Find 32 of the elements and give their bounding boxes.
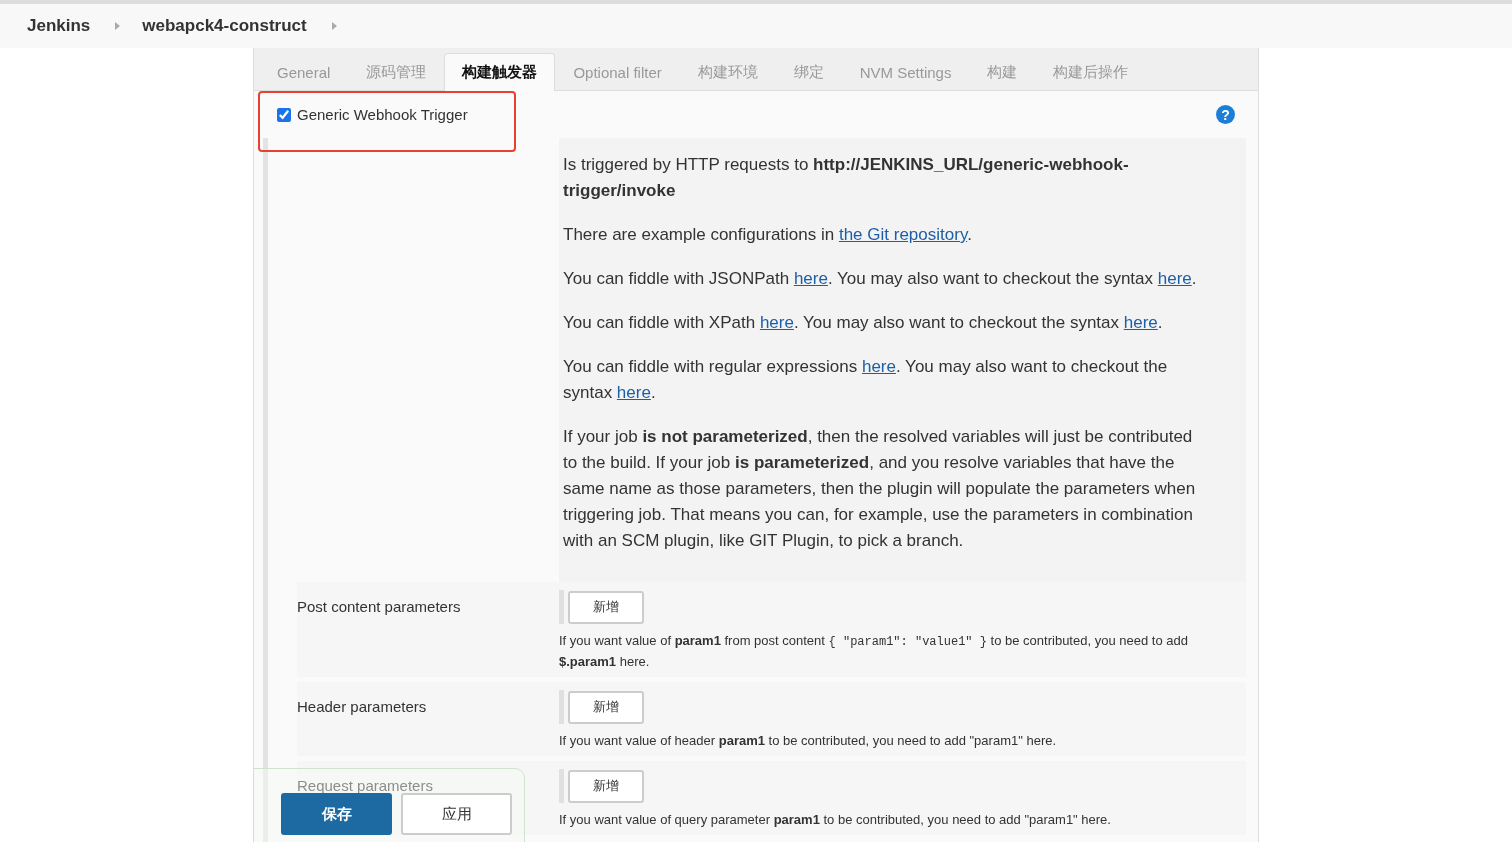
link[interactable]: here xyxy=(861,357,896,376)
breadcrumb-link[interactable]: Jenkins xyxy=(27,16,91,36)
parameter-description: If you want value of header param1 to be contributed, you need to add "param1" here. xyxy=(559,732,1058,750)
add-button[interactable]: 新增 xyxy=(568,769,644,803)
help-paragraph: Is triggered by HTTP requests to http://JENKINS_URL/generic-webhook-trigger/invoke xyxy=(563,154,1130,202)
link[interactable]: here xyxy=(1123,313,1158,332)
tab[interactable]: 构建触发器 xyxy=(444,53,556,91)
section-label: Request parameters xyxy=(297,777,433,794)
help-paragraph: You can fiddle with regular expressions here. You may also want to checkout the syntax here. xyxy=(563,356,1169,404)
section-label: Post content parameters xyxy=(297,598,461,615)
checkbox[interactable] xyxy=(277,107,291,122)
add-button[interactable]: 新增 xyxy=(568,590,644,624)
breadcrumb-link[interactable]: webapck4-construct xyxy=(142,16,307,36)
apply-button[interactable]: 应用 xyxy=(401,793,512,835)
link[interactable]: here xyxy=(1157,269,1192,288)
add-button[interactable]: 新增 xyxy=(568,690,644,724)
save-button[interactable]: 保存 xyxy=(281,793,392,835)
section-label: Header parameters xyxy=(297,698,427,715)
link[interactable]: here xyxy=(793,269,828,288)
checkbox-label: Generic Webhook Trigger xyxy=(297,106,468,123)
chevron-icon[interactable] xyxy=(331,22,337,30)
help-paragraph: You can fiddle with JSONPath here. You may also want to checkout the syntax here. xyxy=(563,268,1198,290)
help-paragraph: You can fiddle with XPath here. You may also want to checkout the syntax here. xyxy=(563,312,1164,334)
chevron-icon[interactable] xyxy=(115,22,121,30)
link[interactable]: the Git repository xyxy=(838,225,968,244)
link[interactable]: here xyxy=(616,383,651,402)
help-paragraph: There are example configurations in the Git repository. xyxy=(563,224,973,246)
help-paragraph: If your job is not parameterized, then the resolved variables will just be contributed to the build. If your job is parameterized, and you resolve variables that have the same name as those parameters, then the plugin will populate the parameters when triggering job. That means you can, for example, use the parameters in combination with an SCM plugin, like GIT Plugin, to pick a branch. xyxy=(563,426,1197,552)
help-icon[interactable]: ? xyxy=(1216,105,1235,124)
link[interactable]: here xyxy=(759,313,794,332)
parameter-description: If you want value of param1 from post content { "param1": "value1" } to be contributed, you need to add $.param1 here. xyxy=(559,632,1189,671)
parameter-description: If you want value of query parameter param1 to be contributed, you need to add "param1" here. xyxy=(559,811,1112,829)
